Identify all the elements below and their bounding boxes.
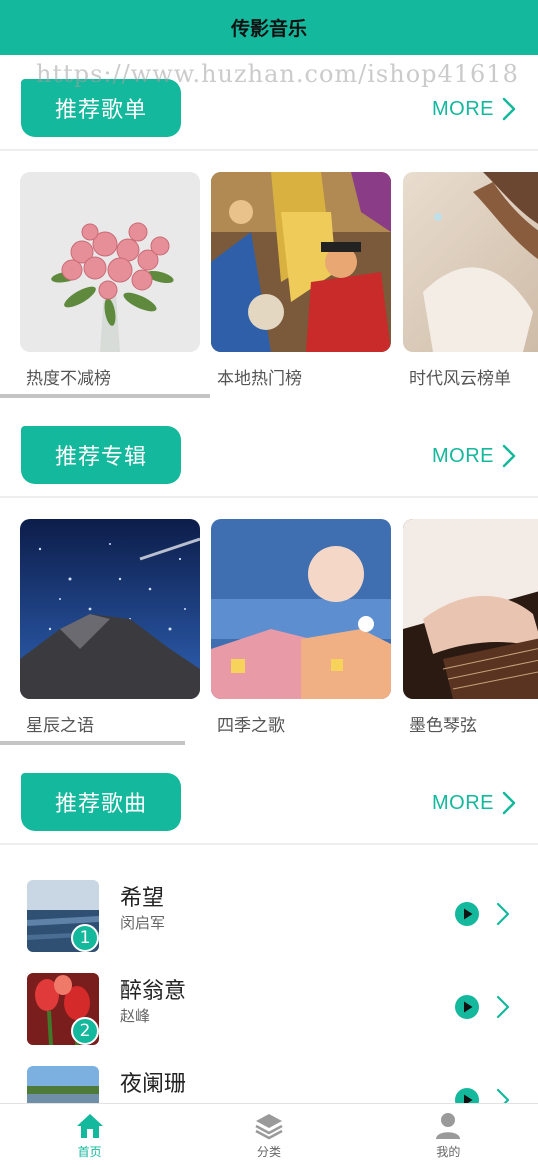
playlist-cover-image bbox=[20, 172, 200, 352]
play-icon[interactable] bbox=[455, 995, 479, 1019]
song-list-item[interactable]: 2 醉翁意 赵峰 bbox=[0, 973, 538, 1065]
tab-category[interactable]: 分类 bbox=[179, 1104, 358, 1165]
tab-home[interactable]: 首页 bbox=[0, 1104, 179, 1165]
playlist-title: 本地热门榜 bbox=[217, 369, 302, 389]
playlist-card[interactable]: 本地热门榜 bbox=[211, 172, 391, 389]
tab-mine[interactable]: 我的 bbox=[359, 1104, 538, 1165]
albums-section-title: 推荐专辑 bbox=[21, 426, 181, 484]
albums-carousel[interactable]: 星辰之语 四季之歌 墨色琴弦 bbox=[0, 519, 538, 739]
user-icon bbox=[436, 1113, 461, 1139]
playlist-cover-image bbox=[403, 172, 538, 352]
song-name: 夜阑珊 bbox=[120, 1072, 187, 1097]
playlist-card[interactable]: 热度不减榜 bbox=[20, 172, 200, 389]
album-card[interactable]: 墨色琴弦 bbox=[403, 519, 538, 736]
songs-more-link[interactable]: MORE bbox=[432, 783, 516, 823]
playlist-card[interactable]: 时代风云榜单 bbox=[403, 172, 538, 389]
playlist-title: 热度不减榜 bbox=[26, 369, 111, 389]
layers-icon bbox=[255, 1114, 283, 1140]
album-title: 四季之歌 bbox=[217, 716, 285, 736]
tab-label: 首页 bbox=[77, 1145, 102, 1159]
app-header: 传影音乐 bbox=[0, 0, 538, 55]
album-card[interactable]: 四季之歌 bbox=[211, 519, 391, 736]
chevron-right-icon bbox=[502, 444, 516, 468]
album-cover-image bbox=[211, 519, 391, 699]
playlist-cover-image bbox=[211, 172, 391, 352]
songs-section-title: 推荐歌曲 bbox=[21, 773, 181, 831]
more-label: MORE bbox=[432, 97, 494, 120]
home-icon bbox=[76, 1114, 103, 1138]
chevron-right-icon[interactable] bbox=[496, 902, 510, 926]
chevron-right-icon bbox=[502, 97, 516, 121]
album-cover-image bbox=[20, 519, 200, 699]
song-name: 醉翁意 bbox=[120, 979, 187, 1004]
songs-section-header: 推荐歌曲 MORE bbox=[0, 773, 538, 845]
song-list-item[interactable]: 1 希望 闵启军 bbox=[0, 880, 538, 972]
playlists-scroll-indicator bbox=[0, 394, 210, 398]
app-title: 传影音乐 bbox=[230, 18, 307, 40]
play-icon[interactable] bbox=[455, 902, 479, 926]
more-label: MORE bbox=[432, 791, 494, 814]
playlists-section-header: 推荐歌单 MORE bbox=[0, 79, 538, 151]
song-name: 希望 bbox=[120, 886, 165, 911]
bottom-tab-bar: 首页 分类 我的 bbox=[0, 1103, 538, 1165]
albums-section-header: 推荐专辑 MORE bbox=[0, 426, 538, 498]
playlist-title: 时代风云榜单 bbox=[409, 369, 511, 389]
song-artist: 闵启军 bbox=[120, 914, 166, 932]
album-title: 星辰之语 bbox=[26, 716, 94, 736]
song-artist: 赵峰 bbox=[120, 1007, 151, 1025]
album-card[interactable]: 星辰之语 bbox=[20, 519, 200, 736]
more-label: MORE bbox=[432, 444, 494, 467]
playlists-carousel[interactable]: 热度不减榜 本地热门榜 时代风云榜单 bbox=[0, 172, 538, 392]
watermark-text: https://www.huzhan.com/ishop41618 bbox=[36, 60, 519, 88]
album-title: 墨色琴弦 bbox=[409, 716, 477, 736]
song-rank-badge: 1 bbox=[71, 924, 99, 952]
albums-more-link[interactable]: MORE bbox=[432, 436, 516, 476]
albums-scroll-indicator bbox=[0, 741, 185, 745]
tab-label: 我的 bbox=[436, 1145, 461, 1159]
playlists-more-link[interactable]: MORE bbox=[432, 89, 516, 129]
tab-label: 分类 bbox=[256, 1145, 281, 1159]
chevron-right-icon bbox=[502, 791, 516, 815]
album-cover-image bbox=[403, 519, 538, 699]
song-rank-badge: 2 bbox=[71, 1017, 99, 1045]
chevron-right-icon[interactable] bbox=[496, 995, 510, 1019]
